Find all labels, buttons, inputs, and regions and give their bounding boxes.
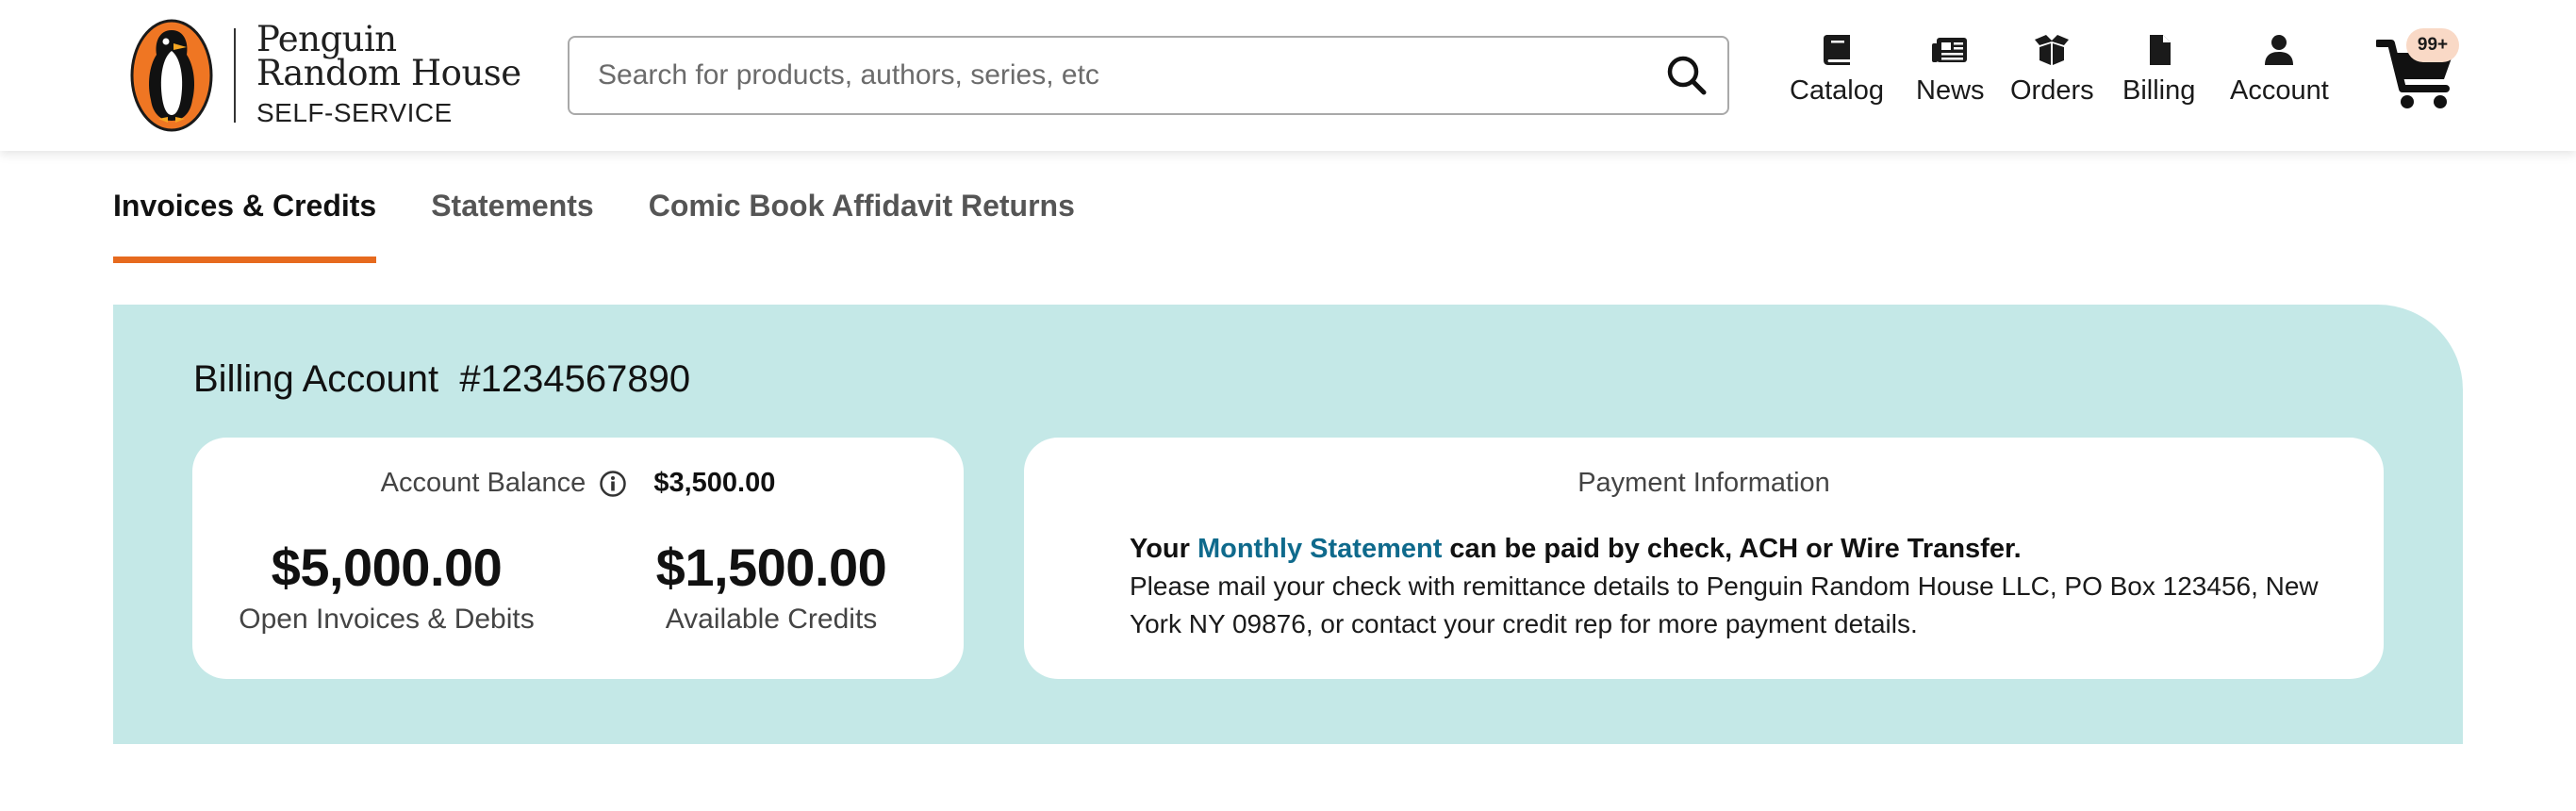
- payment-information-card: Payment Information Your Monthly Stateme…: [1024, 438, 2384, 679]
- nav-billing-label: Billing: [2122, 75, 2196, 106]
- cart-count-badge: 99+: [2406, 28, 2459, 62]
- account-balance-label: Account Balance: [380, 468, 586, 498]
- logo-divider: [234, 28, 236, 123]
- penguin-logo-icon: [130, 19, 213, 132]
- search-bar: [568, 36, 1729, 115]
- nav-orders-label: Orders: [2010, 75, 2094, 106]
- info-icon[interactable]: [599, 470, 627, 498]
- nav-news-label: News: [1916, 75, 1985, 106]
- account-balance-value: $3,500.00: [653, 468, 776, 498]
- search-icon[interactable]: [1665, 54, 1709, 97]
- nav-orders[interactable]: Orders: [2010, 34, 2094, 119]
- brand-line-2: Random House: [256, 53, 521, 93]
- brand-line-1: Penguin: [256, 19, 397, 59]
- open-invoices-amount: $5,000.00: [271, 538, 503, 597]
- newspaper-icon: [1932, 38, 1968, 62]
- open-box-icon: [2035, 35, 2070, 65]
- brand-logo[interactable]: Penguin Random House SELF-SERVICE: [130, 17, 521, 134]
- open-invoices-label: Open Invoices & Debits: [239, 604, 535, 635]
- nav-catalog[interactable]: Catalog: [1790, 34, 1884, 119]
- tab-invoices-credits[interactable]: Invoices & Credits: [113, 189, 377, 263]
- available-credits-label: Available Credits: [665, 604, 878, 635]
- account-balance-card: Account Balance $3,500.00 $5,000.00 Open…: [192, 438, 964, 679]
- nav-billing[interactable]: Billing: [2122, 34, 2195, 119]
- billing-tabs: Invoices & Credits Statements Comic Book…: [113, 189, 1130, 263]
- tab-comic-book-affidavit-returns[interactable]: Comic Book Affidavit Returns: [649, 189, 1075, 263]
- nav-news[interactable]: News: [1916, 34, 1985, 119]
- payment-information-body: Your Monthly Statement can be paid by ch…: [1130, 530, 2355, 643]
- search-input[interactable]: [570, 38, 1665, 113]
- billing-account-title: Billing Account #1234567890: [193, 358, 691, 400]
- monthly-statement-link[interactable]: Monthly Statement: [1197, 534, 1442, 564]
- nav-account-label: Account: [2230, 75, 2329, 106]
- available-credits-summary: $1,500.00 Available Credits: [602, 538, 941, 636]
- payment-lead-after: can be paid by check, ACH or Wire Transf…: [1442, 534, 2022, 564]
- nav-account[interactable]: Account: [2230, 34, 2329, 119]
- payment-lead-sentence: Your Monthly Statement can be paid by ch…: [1130, 530, 2355, 568]
- brand-wordmark: Penguin Random House SELF-SERVICE: [256, 19, 521, 128]
- open-invoices-summary: $5,000.00 Open Invoices & Debits: [217, 538, 556, 636]
- book-icon: [1823, 35, 1850, 65]
- payment-instructions: Please mail your check with remittance d…: [1130, 571, 2319, 638]
- nav-catalog-label: Catalog: [1790, 75, 1884, 106]
- user-icon: [2265, 35, 2294, 65]
- brand-subtitle: SELF-SERVICE: [256, 98, 453, 127]
- document-icon: [2149, 35, 2171, 65]
- site-header: Penguin Random House SELF-SERVICE Catalo…: [0, 0, 2576, 151]
- payment-lead-before: Your: [1130, 534, 1197, 564]
- account-balance-row: Account Balance $3,500.00: [192, 468, 964, 499]
- tab-statements[interactable]: Statements: [431, 189, 594, 263]
- available-credits-amount: $1,500.00: [655, 538, 887, 597]
- payment-information-title: Payment Information: [1577, 468, 1830, 498]
